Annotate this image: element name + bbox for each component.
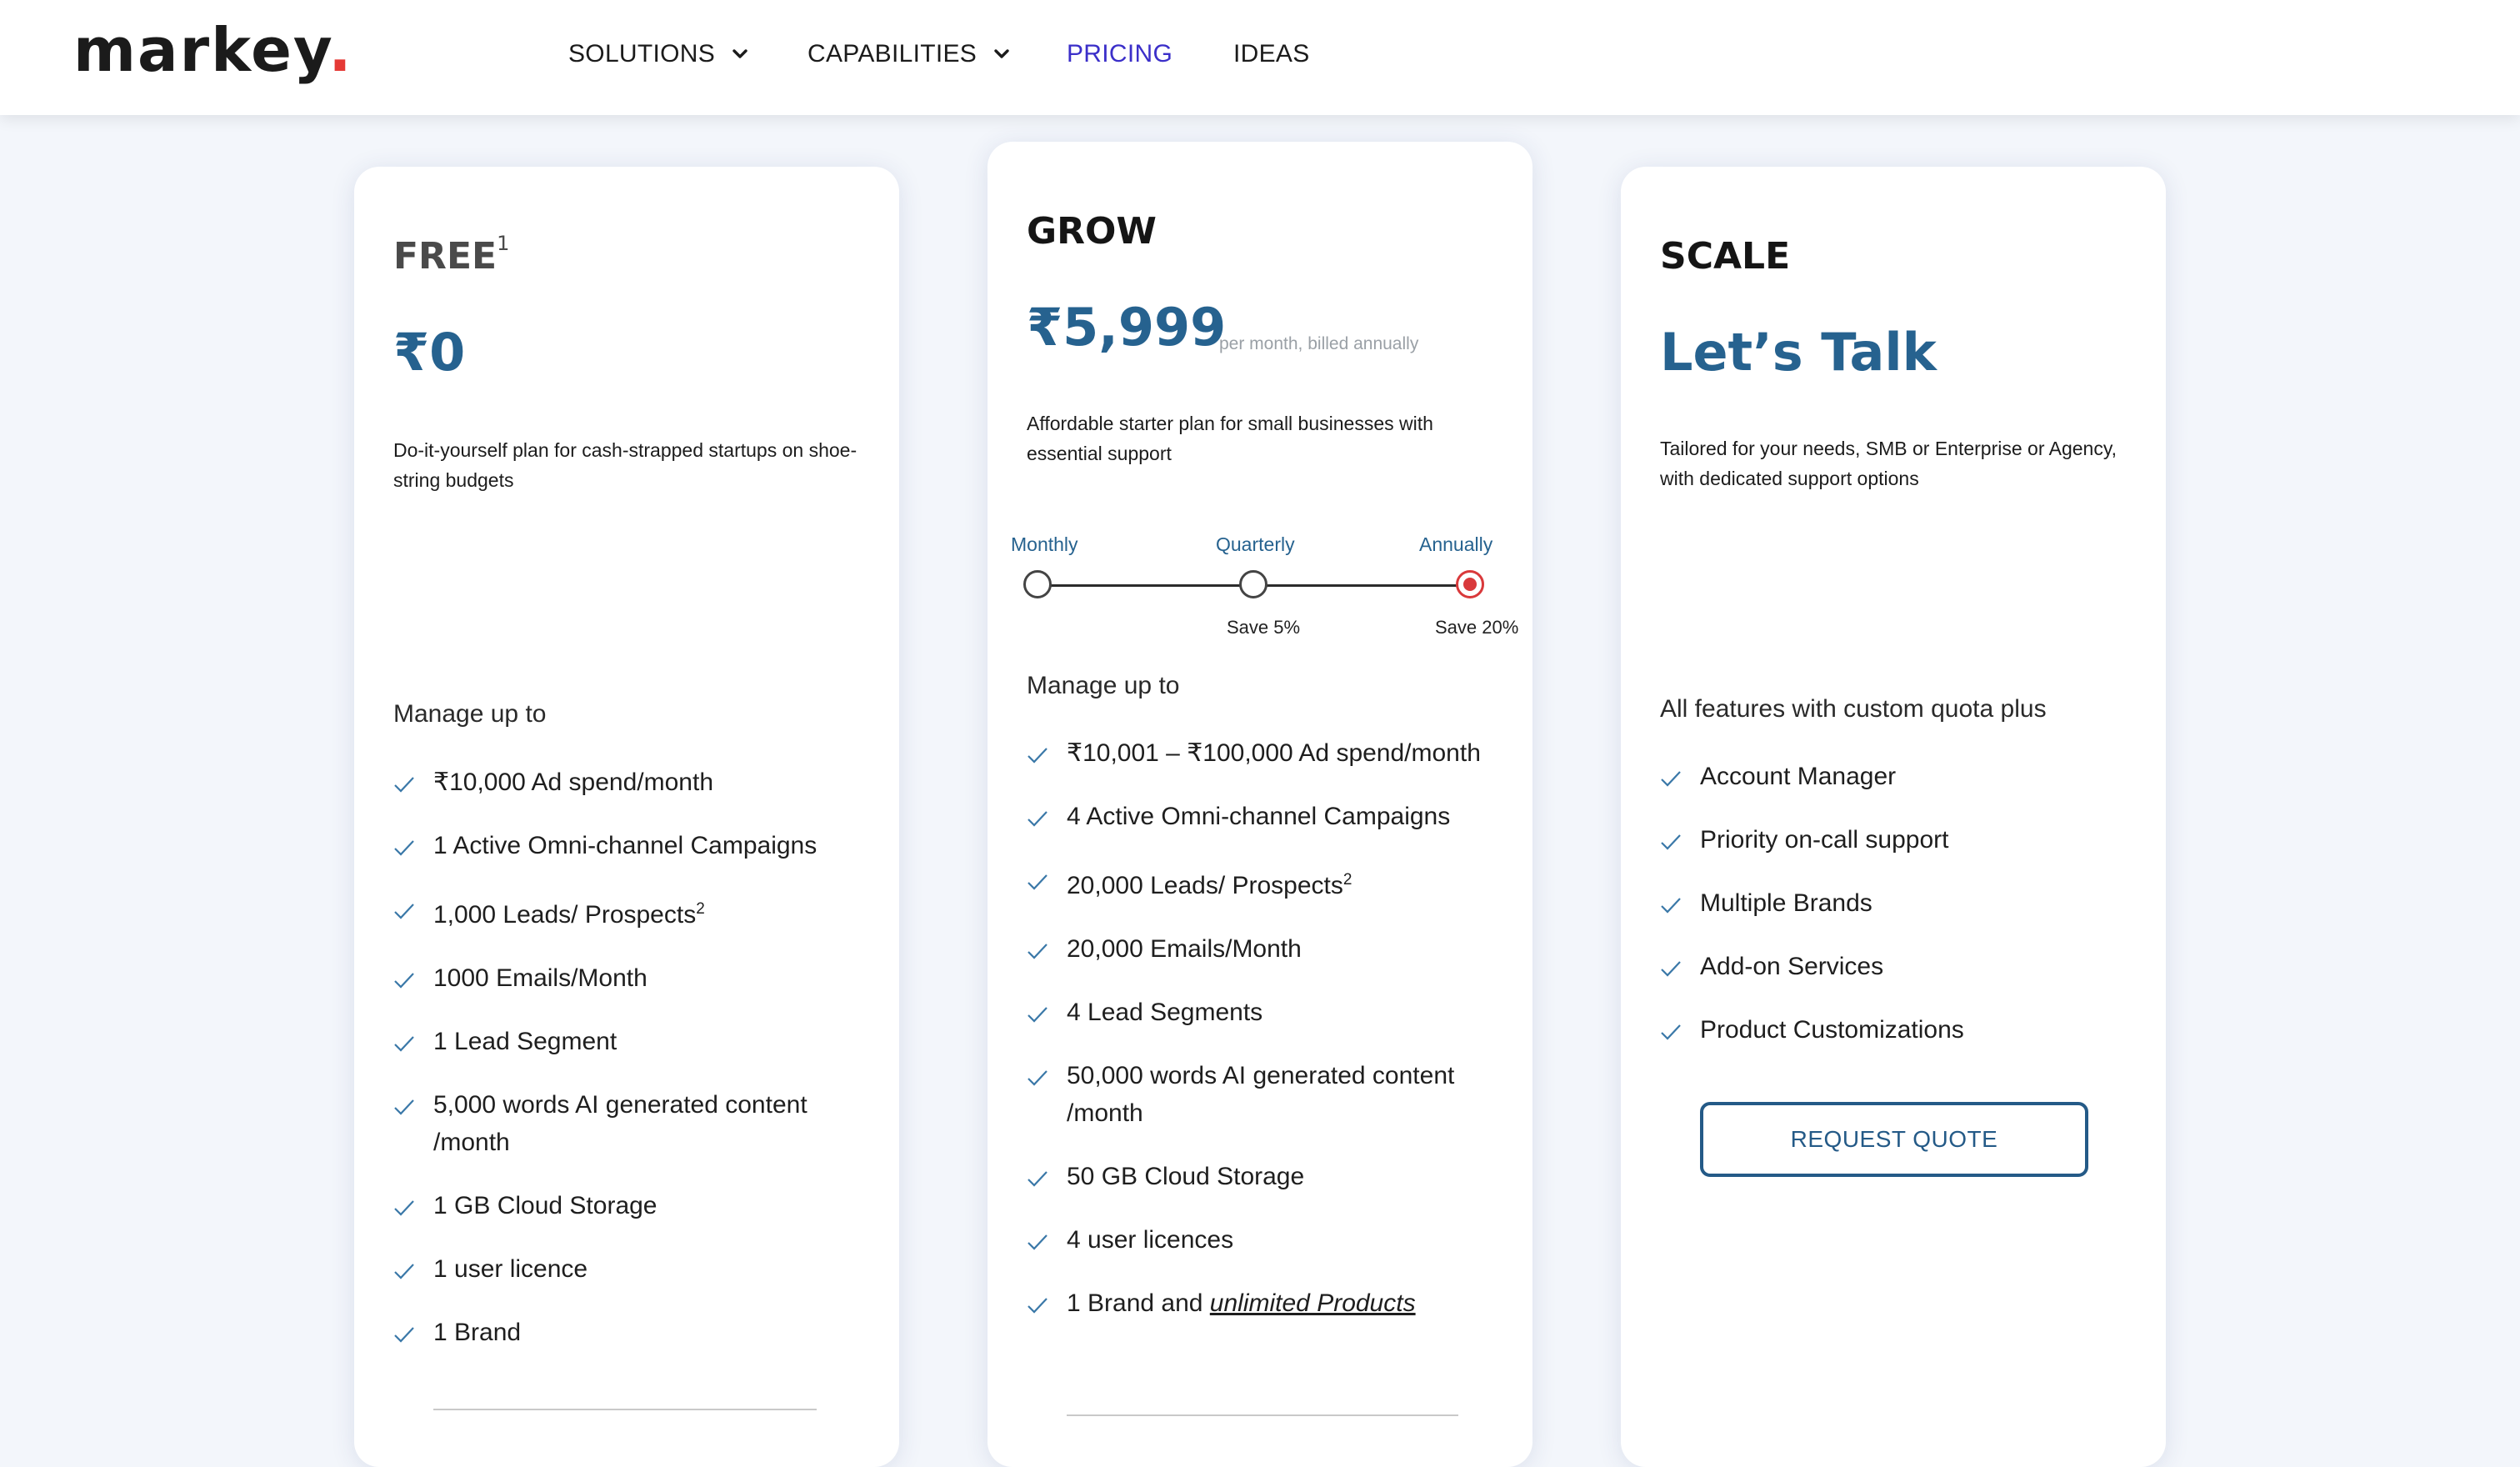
check-icon [1028, 748, 1048, 764]
price-billing-note: per month, billed annually [1219, 334, 1419, 353]
billing-option-quarterly[interactable]: Quarterly [1216, 533, 1295, 556]
plan-price: Let’s Talk [1660, 322, 1937, 383]
feature-item: ₹10,000 Ad spend/month [393, 764, 860, 801]
footnote-marker: 1 [497, 232, 510, 255]
check-icon [1028, 1070, 1048, 1086]
nav-capabilities-label: CAPABILITIES [808, 40, 978, 68]
check-icon [394, 1099, 414, 1115]
plan-name: GROW [1027, 210, 1157, 253]
check-icon [1028, 944, 1048, 959]
logo-text: markey [73, 15, 329, 85]
feature-item: 1 Active Omni-channel Campaigns [393, 827, 860, 864]
plan-card-grow: GROW ₹5,999 per month, billed annually A… [988, 142, 1532, 1467]
plan-name: FREE1 [393, 232, 510, 278]
chevron-down-icon [732, 49, 748, 58]
divider [433, 1409, 817, 1410]
save-annually-label: Save 20% [1435, 617, 1519, 638]
plan-description: Do-it-yourself plan for cash-strapped st… [393, 439, 858, 491]
nav-ideas[interactable]: IDEAS [1233, 40, 1310, 68]
check-icon [394, 1327, 414, 1343]
check-icon [1028, 1007, 1048, 1023]
feature-item: 4 Active Omni-channel Campaigns [1027, 798, 1493, 835]
feature-item: 4 Lead Segments [1027, 994, 1493, 1031]
check-icon [394, 840, 414, 856]
check-icon [394, 1264, 414, 1279]
check-icon [394, 777, 414, 793]
check-icon [1028, 874, 1048, 890]
footnote-marker: 2 [696, 900, 705, 918]
nav-ideas-label: IDEAS [1233, 40, 1310, 68]
check-icon [1661, 898, 1681, 914]
feature-list: Account Manager Priority on-call support… [1660, 758, 2127, 1074]
check-icon [394, 973, 414, 989]
feature-item: 1 Lead Segment [393, 1023, 860, 1060]
feature-item: 50 GB Cloud Storage [1027, 1158, 1493, 1195]
slider-knob-quarterly[interactable] [1239, 570, 1268, 598]
check-icon [394, 1036, 414, 1052]
feature-item: Priority on-call support [1660, 821, 2127, 859]
billing-option-annually[interactable]: Annually [1419, 533, 1492, 556]
request-quote-button[interactable]: REQUEST QUOTE [1700, 1102, 2088, 1177]
check-icon [394, 904, 414, 919]
feature-item: Add-on Services [1660, 948, 2127, 985]
nav-capabilities[interactable]: CAPABILITIES [808, 40, 1012, 68]
chevron-down-icon [994, 49, 1009, 58]
nav-solutions-label: SOLUTIONS [568, 40, 716, 68]
divider [1067, 1414, 1458, 1416]
feature-item: 1 user licence [393, 1250, 860, 1288]
features-heading: Manage up to [393, 700, 547, 728]
check-icon [1028, 1298, 1048, 1314]
feature-item: 50,000 words AI generated content /month [1027, 1057, 1493, 1132]
nav-pricing[interactable]: PRICING [1067, 40, 1172, 68]
check-icon [1661, 961, 1681, 977]
check-icon [1661, 771, 1681, 787]
feature-item: ₹10,001 – ₹100,000 Ad spend/month [1027, 734, 1493, 772]
feature-item: 4 user licences [1027, 1221, 1493, 1259]
plan-name: SCALE [1660, 235, 1791, 278]
features-heading: Manage up to [1027, 672, 1180, 699]
feature-item: Account Manager [1660, 758, 2127, 795]
check-icon [1028, 811, 1048, 827]
plan-card-scale: SCALE Let’s Talk Tailored for your needs… [1621, 167, 2166, 1467]
feature-item: 1000 Emails/Month [393, 959, 860, 997]
save-quarterly-label: Save 5% [1227, 617, 1301, 638]
billing-option-monthly[interactable]: Monthly [1011, 533, 1078, 556]
feature-item: 1 Brand and unlimited Products [1027, 1284, 1493, 1322]
top-nav-bar: markey. SOLUTIONS CAPABILITIES PRICING I… [0, 0, 2520, 115]
plan-name-text: FREE [393, 235, 498, 278]
feature-item: 1,000 Leads/ Prospects2 [393, 890, 860, 934]
feature-item: Multiple Brands [1660, 884, 2127, 922]
check-icon [1028, 1171, 1048, 1187]
nav-solutions[interactable]: SOLUTIONS [568, 40, 750, 68]
plan-price: ₹5,999 [1027, 297, 1227, 358]
feature-item: 5,000 words AI generated content /month [393, 1086, 860, 1161]
slider-knob-annually-selected[interactable] [1456, 570, 1484, 598]
feature-item: 1 GB Cloud Storage [393, 1187, 860, 1224]
check-icon [1661, 1024, 1681, 1040]
plan-description: Affordable starter plan for small busine… [1027, 413, 1433, 464]
logo-dot: . [328, 15, 353, 85]
check-icon [1028, 1234, 1048, 1250]
plan-card-free: FREE1 ₹0 Do-it-yourself plan for cash-st… [354, 167, 899, 1467]
check-icon [1661, 834, 1681, 850]
plan-description: Tailored for your needs, SMB or Enterpri… [1660, 438, 2118, 489]
nav-pricing-label: PRICING [1067, 40, 1173, 68]
feature-item: 20,000 Emails/Month [1027, 930, 1493, 968]
markey-logo[interactable]: markey. [73, 15, 353, 85]
unlimited-products-link[interactable]: unlimited Products [1210, 1289, 1416, 1317]
features-heading: All features with custom quota plus [1660, 695, 2047, 723]
check-icon [394, 1200, 414, 1216]
feature-item: 1 Brand [393, 1314, 860, 1351]
feature-list: ₹10,000 Ad spend/month 1 Active Omni-cha… [393, 764, 860, 1377]
slider-knob-monthly[interactable] [1023, 570, 1052, 598]
feature-item: 20,000 Leads/ Prospects2 [1027, 861, 1493, 904]
footnote-marker: 2 [1342, 871, 1352, 889]
billing-period-slider[interactable]: Monthly Quarterly Annually Save 5% Save … [1011, 533, 1518, 638]
plan-price: ₹0 [393, 322, 466, 383]
feature-list: ₹10,001 – ₹100,000 Ad spend/month 4 Acti… [1027, 734, 1493, 1348]
feature-item: Product Customizations [1660, 1011, 2127, 1049]
